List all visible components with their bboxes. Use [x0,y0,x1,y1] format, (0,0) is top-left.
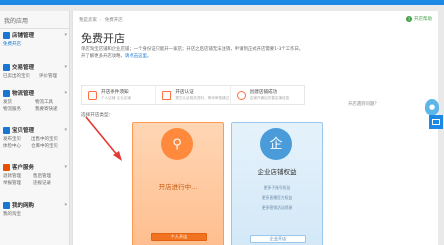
feedback-mail-icon[interactable] [429,115,443,129]
chat-bubble-icon[interactable]: ● [425,99,439,115]
guide-arrow-icon [85,116,122,161]
